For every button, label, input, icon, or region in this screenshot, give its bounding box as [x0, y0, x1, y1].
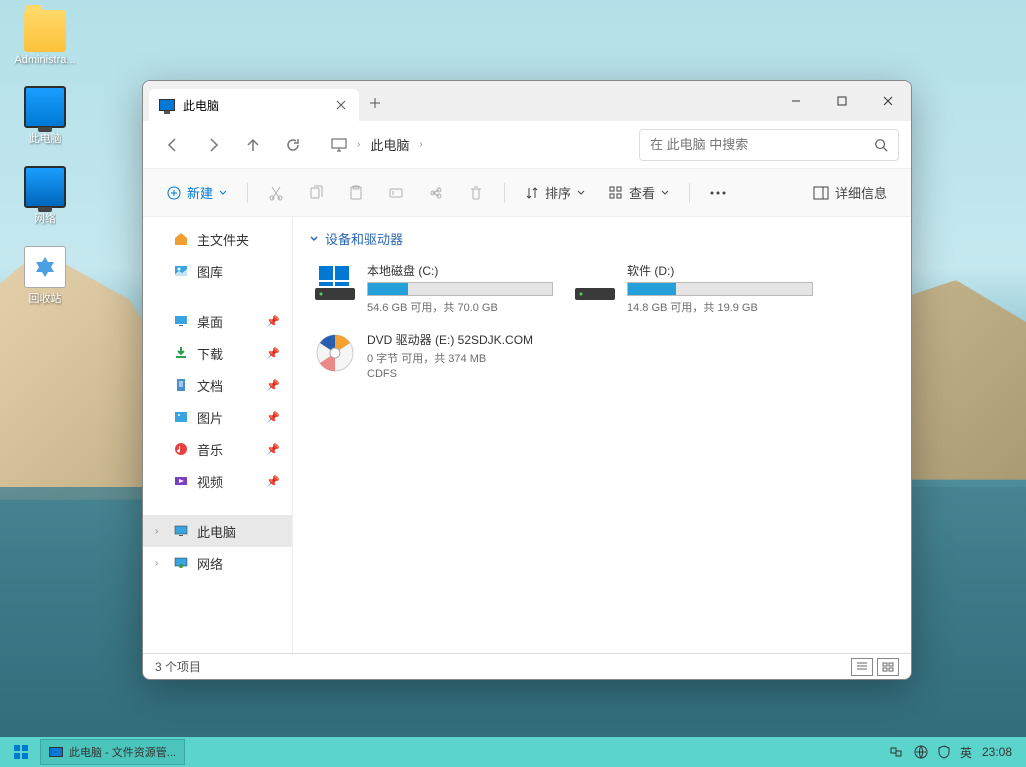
search-icon [874, 138, 888, 152]
search-input[interactable] [650, 137, 866, 152]
pin-icon: 📌 [266, 411, 280, 424]
pc-icon [49, 747, 63, 757]
desktop-icon-administrator[interactable]: Administra... [10, 10, 80, 66]
address-bar-row: › 此电脑 › [143, 121, 911, 169]
new-tab-button[interactable] [359, 87, 391, 119]
sidebar-item-videos[interactable]: 视频📌 [143, 465, 292, 497]
taskbar: 此电脑 - 文件资源管... 英 23:08 [0, 737, 1026, 767]
taskbar-item-explorer[interactable]: 此电脑 - 文件资源管... [40, 739, 185, 765]
sidebar-item-downloads[interactable]: 下载📌 [143, 337, 292, 369]
start-button[interactable] [6, 739, 36, 765]
refresh-button[interactable] [275, 127, 311, 163]
chevron-right-icon: › [357, 139, 360, 150]
desktop-icon-recycle-bin[interactable]: 回收站 [10, 246, 80, 306]
sidebar-item-pictures[interactable]: 图片📌 [143, 401, 292, 433]
breadcrumb-this-pc[interactable]: 此电脑 [370, 135, 409, 154]
file-explorer-window: 此电脑 › 此电脑 › [142, 80, 912, 680]
item-count: 3 个项目 [155, 658, 201, 675]
recycle-bin-icon [24, 246, 66, 288]
maximize-button[interactable] [819, 81, 865, 121]
address-bar[interactable]: › 此电脑 › [323, 128, 627, 162]
close-button[interactable] [865, 81, 911, 121]
pin-icon: 📌 [266, 475, 280, 488]
ime-indicator[interactable]: 英 [960, 744, 972, 761]
sort-button[interactable]: 排序 [517, 177, 593, 209]
pin-icon: 📌 [266, 347, 280, 360]
search-box[interactable] [639, 129, 899, 161]
desktop-icon-network[interactable]: 网络 [10, 166, 80, 226]
sidebar-item-home[interactable]: 主文件夹 [143, 223, 292, 255]
list-view-button[interactable] [851, 658, 873, 676]
toolbar: 新建 排序 查看 详细信息 [143, 169, 911, 217]
pc-icon [24, 86, 66, 128]
back-button[interactable] [155, 127, 191, 163]
minimize-button[interactable] [773, 81, 819, 121]
section-header-devices[interactable]: 设备和驱动器 [309, 229, 895, 248]
videos-icon [173, 473, 189, 489]
sidebar-item-documents[interactable]: 文档📌 [143, 369, 292, 401]
system-tray: 英 23:08 [888, 744, 1020, 761]
up-button[interactable] [235, 127, 271, 163]
chevron-right-icon: › [155, 558, 165, 569]
cut-button[interactable] [260, 177, 292, 209]
tab-close-button[interactable] [333, 97, 349, 113]
view-button[interactable]: 查看 [601, 177, 677, 209]
rename-button[interactable] [380, 177, 412, 209]
sidebar-item-gallery[interactable]: 图库 [143, 255, 292, 287]
dvd-icon [313, 331, 357, 375]
pc-icon [173, 523, 189, 539]
chevron-down-icon [661, 189, 669, 197]
titlebar: 此电脑 [143, 81, 911, 121]
more-button[interactable] [702, 177, 734, 209]
sidebar-item-music[interactable]: 音乐📌 [143, 433, 292, 465]
desktop-icon-this-pc[interactable]: 此电脑 [10, 86, 80, 146]
chevron-right-icon: › [155, 526, 165, 537]
pin-icon: 📌 [266, 315, 280, 328]
drive-e-dvd[interactable]: DVD 驱动器 (E:) 52SDJK.COM 0 字节 可用，共 374 MB… [309, 327, 557, 384]
gallery-icon [173, 263, 189, 279]
content-pane: 设备和驱动器 本地磁盘 (C:) 54.6 GB 可用，共 70.0 GB [293, 217, 911, 653]
grid-view-button[interactable] [877, 658, 899, 676]
desktop-icon [173, 313, 189, 329]
downloads-icon [173, 345, 189, 361]
usage-bar [627, 282, 813, 296]
music-icon [173, 441, 189, 457]
drive-c[interactable]: 本地磁盘 (C:) 54.6 GB 可用，共 70.0 GB [309, 258, 557, 319]
forward-button[interactable] [195, 127, 231, 163]
network-icon [173, 555, 189, 571]
new-button[interactable]: 新建 [159, 177, 235, 209]
network-tray-icon[interactable] [888, 745, 904, 759]
usage-bar [367, 282, 553, 296]
pin-icon: 📌 [266, 379, 280, 392]
tab-this-pc[interactable]: 此电脑 [149, 89, 359, 121]
documents-icon [173, 377, 189, 393]
delete-button[interactable] [460, 177, 492, 209]
pin-icon: 📌 [266, 443, 280, 456]
sidebar: 主文件夹 图库 桌面📌 下载📌 文档📌 图片📌 音乐📌 视频📌 ›此电脑 ›网络 [143, 217, 293, 653]
copy-button[interactable] [300, 177, 332, 209]
status-bar: 3 个项目 [143, 653, 911, 679]
paste-button[interactable] [340, 177, 372, 209]
sidebar-item-this-pc[interactable]: ›此电脑 [143, 515, 292, 547]
folder-icon [24, 10, 66, 52]
chevron-down-icon [577, 189, 585, 197]
windows-drive-icon [313, 262, 357, 306]
clock[interactable]: 23:08 [982, 745, 1012, 759]
sidebar-item-desktop[interactable]: 桌面📌 [143, 305, 292, 337]
drive-d[interactable]: 软件 (D:) 14.8 GB 可用，共 19.9 GB [569, 258, 817, 319]
sidebar-item-network[interactable]: ›网络 [143, 547, 292, 579]
volume-tray-icon[interactable] [914, 745, 928, 759]
home-icon [173, 231, 189, 247]
pc-icon [159, 99, 175, 111]
network-icon [24, 166, 66, 208]
pictures-icon [173, 409, 189, 425]
chevron-down-icon [219, 189, 227, 197]
chevron-down-icon [309, 234, 319, 244]
pc-icon [331, 138, 347, 152]
details-pane-button[interactable]: 详细信息 [805, 177, 895, 209]
share-button[interactable] [420, 177, 452, 209]
chevron-right-icon: › [419, 139, 422, 150]
hdd-icon [573, 262, 617, 306]
security-tray-icon[interactable] [938, 745, 950, 759]
